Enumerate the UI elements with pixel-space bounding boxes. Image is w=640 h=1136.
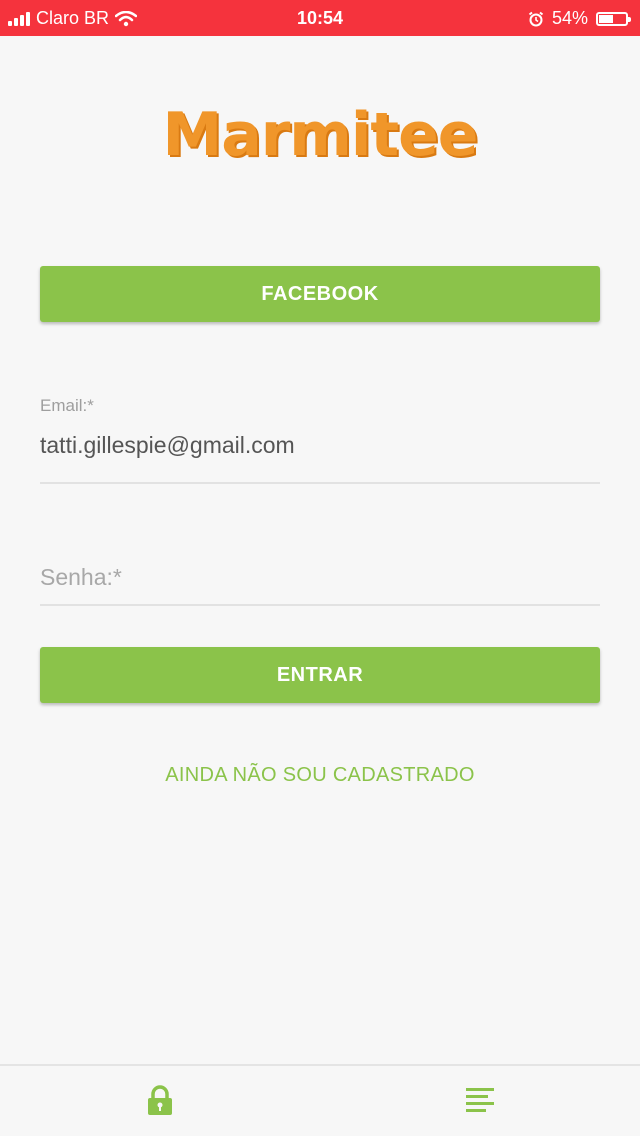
battery-percent: 54% bbox=[551, 8, 588, 28]
bottom-nav bbox=[0, 1064, 640, 1136]
battery-fill bbox=[599, 14, 613, 23]
login-screen: Claro BR 10:54 54% Marmitee FACEBOOK Ema… bbox=[0, 0, 640, 1136]
alarm-icon bbox=[528, 11, 544, 26]
password-field[interactable]: Senha:* bbox=[40, 556, 600, 606]
status-bar: Claro BR 10:54 54% bbox=[0, 0, 640, 36]
tab-lock[interactable] bbox=[140, 1080, 180, 1120]
app-logo: Marmitee bbox=[162, 100, 479, 170]
lock-icon bbox=[148, 1085, 172, 1115]
login-button[interactable]: ENTRAR bbox=[40, 647, 600, 703]
status-right: 54% bbox=[528, 8, 631, 29]
menu-icon bbox=[466, 1088, 494, 1112]
facebook-login-button[interactable]: FACEBOOK bbox=[40, 266, 600, 322]
battery-icon bbox=[596, 11, 631, 26]
email-input[interactable] bbox=[40, 432, 600, 459]
tab-menu[interactable] bbox=[460, 1080, 500, 1120]
register-link[interactable]: AINDA NÃO SOU CADASTRADO bbox=[0, 764, 640, 787]
password-placeholder: Senha:* bbox=[40, 564, 122, 590]
email-label: Email:* bbox=[40, 396, 94, 415]
email-field: Email:* bbox=[40, 396, 600, 484]
